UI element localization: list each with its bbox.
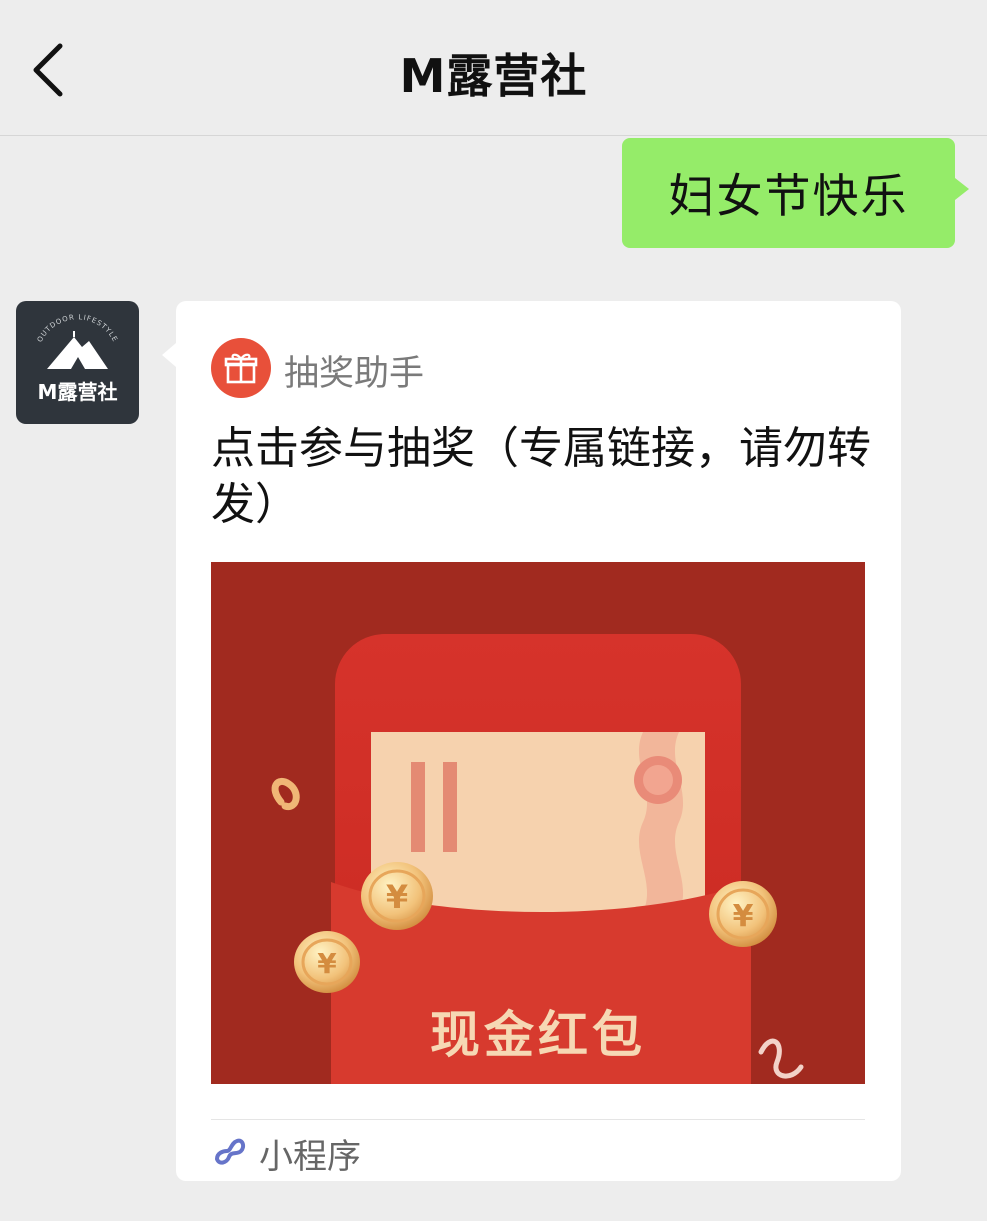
mini-program-card[interactable]: 抽奖助手 点击参与抽奖（专属链接，请勿转发） ¥ ¥ ¥ 现金红包 小程序 <box>176 301 901 1181</box>
mini-program-label: 小程序 <box>259 1137 361 1177</box>
chat-title: M露营社 <box>399 49 588 103</box>
svg-text:¥: ¥ <box>317 947 337 980</box>
coin-icon: ¥ <box>709 881 777 947</box>
contact-avatar[interactable]: OUTDOOR LIFESTYLE M露营社 <box>16 301 139 424</box>
outgoing-message-text: 妇女节快乐 <box>668 169 909 223</box>
incoming-bubble-tail <box>162 343 176 367</box>
gift-icon <box>211 338 271 398</box>
outgoing-bubble-tail <box>955 178 969 200</box>
svg-text:¥: ¥ <box>733 899 754 934</box>
svg-text:¥: ¥ <box>386 878 408 916</box>
mini-program-source-name: 抽奖助手 <box>284 354 425 394</box>
coin-icon: ¥ <box>294 931 360 993</box>
cover-text: 现金红包 <box>430 1006 646 1064</box>
outgoing-message-bubble[interactable]: 妇女节快乐 <box>622 138 955 248</box>
svg-text:OUTDOOR LIFESTYLE: OUTDOOR LIFESTYLE <box>36 313 119 343</box>
svg-text:M露营社: M露营社 <box>38 380 118 404</box>
coin-icon: ¥ <box>361 862 433 930</box>
camp-logo: OUTDOOR LIFESTYLE M露营社 <box>36 313 119 404</box>
card-title: 点击参与抽奖（专属链接，请勿转发） <box>211 423 871 530</box>
red-packet-cover-image: ¥ ¥ ¥ 现金红包 <box>211 562 865 1084</box>
mini-program-icon <box>214 1138 246 1165</box>
navigation-bar: M露营社 <box>0 0 987 136</box>
card-divider <box>211 1119 865 1120</box>
